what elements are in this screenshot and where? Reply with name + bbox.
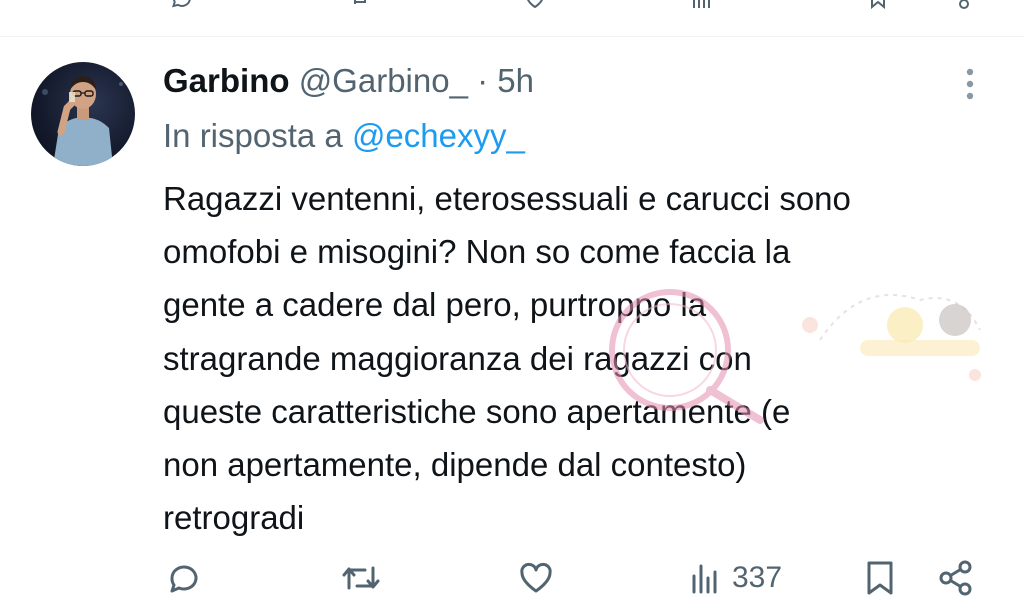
bar-chart-icon bbox=[692, 564, 717, 594]
tweet-text-line: omofobi e misogini? Non so come faccia l… bbox=[163, 233, 791, 271]
views-count: 337 bbox=[732, 561, 783, 594]
bookmark-icon bbox=[867, 561, 893, 595]
avatar[interactable] bbox=[31, 62, 135, 166]
bar-chart-icon[interactable] bbox=[690, 0, 714, 10]
retweet-button[interactable] bbox=[339, 558, 383, 598]
bookmark-button[interactable] bbox=[860, 558, 900, 598]
speech-bubble-icon[interactable] bbox=[170, 0, 194, 10]
reply-context: In risposta a @echexyy_ bbox=[163, 115, 525, 157]
timestamp[interactable]: 5h bbox=[497, 62, 534, 99]
tweet-text-line: gente a cadere dal pero, purtroppo la bbox=[163, 286, 707, 324]
profile-photo bbox=[42, 76, 123, 166]
tweet-text-line: queste caratteristiche sono apertamente … bbox=[163, 392, 791, 430]
share-icon bbox=[939, 560, 972, 596]
reply-button[interactable] bbox=[164, 558, 204, 598]
tweet-divider bbox=[0, 36, 1024, 37]
speech-bubble-icon bbox=[170, 565, 198, 593]
tweet-action-bar: 337 bbox=[0, 550, 1024, 606]
heart-icon bbox=[520, 562, 552, 593]
separator-dot: · bbox=[477, 62, 489, 99]
share-button[interactable] bbox=[936, 558, 976, 598]
tweet-text-line: Ragazzi ventenni, eterosessuali e carucc… bbox=[163, 180, 851, 217]
retweet-icon bbox=[342, 566, 380, 590]
display-name[interactable]: Garbino bbox=[163, 62, 290, 99]
tweet-text-line: stragrande maggioranza dei ragazzi con bbox=[163, 339, 752, 377]
reply-mention-link[interactable]: @echexyy_ bbox=[352, 117, 525, 154]
views-button[interactable]: 337 bbox=[686, 558, 782, 598]
tweet-text: Ragazzi ventenni, eterosessuali e carucc… bbox=[163, 172, 1003, 544]
tweet-text-line: retrogradi bbox=[163, 499, 305, 537]
share-icon[interactable] bbox=[952, 0, 976, 10]
reply-prefix: In risposta a bbox=[163, 117, 343, 154]
more-vertical-icon[interactable] bbox=[956, 64, 984, 104]
retweet-icon[interactable] bbox=[348, 0, 372, 10]
tweet-text-line: non apertamente, dipende dal contesto) bbox=[163, 446, 747, 484]
tweet-header: Garbino @Garbino_ · 5h bbox=[163, 60, 534, 102]
previous-tweet-actions bbox=[0, 0, 1024, 12]
heart-icon[interactable] bbox=[523, 0, 547, 10]
like-button[interactable] bbox=[516, 558, 556, 598]
user-handle[interactable]: @Garbino_ bbox=[299, 62, 468, 99]
bookmark-icon[interactable] bbox=[866, 0, 890, 10]
